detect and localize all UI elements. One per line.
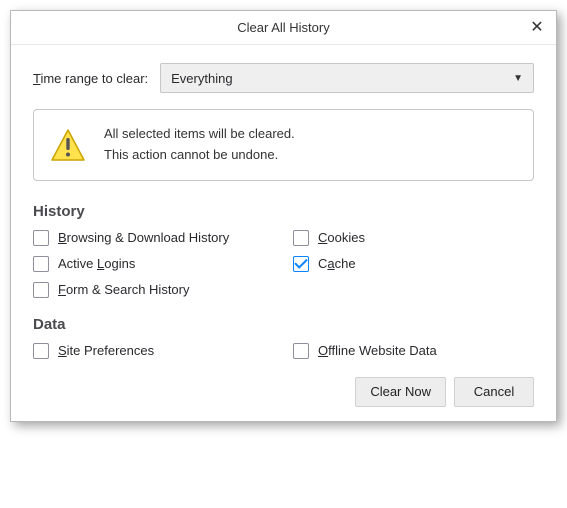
time-range-dropdown[interactable]: Everything ▼ bbox=[160, 63, 534, 93]
history-checkbox-2[interactable] bbox=[33, 256, 49, 272]
titlebar: Clear All History ✕ bbox=[11, 11, 556, 45]
data-checkbox-0[interactable] bbox=[33, 343, 49, 359]
dialog-content: Time range to clear: Everything ▼ All se… bbox=[11, 45, 556, 421]
data-heading: Data bbox=[33, 316, 534, 333]
history-label-0: Browsing & Download History bbox=[58, 230, 229, 245]
cancel-button[interactable]: Cancel bbox=[454, 377, 534, 407]
history-checkbox-4[interactable] bbox=[33, 282, 49, 298]
data-item-1[interactable]: Offline Website Data bbox=[293, 343, 534, 359]
data-checklist: Site Preferences Offline Website Data bbox=[33, 343, 534, 359]
data-label-1: Offline Website Data bbox=[318, 343, 437, 358]
history-label-2: Active Logins bbox=[58, 256, 135, 271]
dialog-title: Clear All History bbox=[237, 20, 329, 35]
data-checkbox-1[interactable] bbox=[293, 343, 309, 359]
history-item-0[interactable]: Browsing & Download History bbox=[33, 230, 293, 246]
warning-text: All selected items will be cleared. This… bbox=[104, 124, 295, 166]
history-item-2[interactable]: Active Logins bbox=[33, 256, 293, 272]
dialog-button-row: Clear Now Cancel bbox=[33, 377, 534, 407]
history-label-4: Form & Search History bbox=[58, 282, 190, 297]
data-label-0: Site Preferences bbox=[58, 343, 154, 358]
close-button[interactable]: ✕ bbox=[524, 15, 550, 41]
warning-line-1: All selected items will be cleared. bbox=[104, 124, 295, 145]
warning-line-2: This action cannot be undone. bbox=[104, 145, 295, 166]
warning-icon bbox=[50, 128, 86, 162]
history-heading: History bbox=[33, 203, 534, 220]
dropdown-caret-icon: ▼ bbox=[513, 73, 523, 84]
data-item-0[interactable]: Site Preferences bbox=[33, 343, 293, 359]
history-item-4[interactable]: Form & Search History bbox=[33, 282, 293, 298]
history-item-1[interactable]: Cookies bbox=[293, 230, 534, 246]
time-range-selected: Everything bbox=[171, 71, 232, 86]
time-range-row: Time range to clear: Everything ▼ bbox=[33, 63, 534, 93]
clear-now-button[interactable]: Clear Now bbox=[355, 377, 446, 407]
history-label-3: Cache bbox=[318, 256, 356, 271]
history-checkbox-1[interactable] bbox=[293, 230, 309, 246]
history-label-1: Cookies bbox=[318, 230, 365, 245]
time-range-label: Time range to clear: bbox=[33, 71, 148, 86]
warning-box: All selected items will be cleared. This… bbox=[33, 109, 534, 181]
clear-history-dialog: Clear All History ✕ Time range to clear:… bbox=[10, 10, 557, 422]
history-checkbox-0[interactable] bbox=[33, 230, 49, 246]
history-checkbox-3[interactable] bbox=[293, 256, 309, 272]
close-icon: ✕ bbox=[530, 11, 543, 45]
history-checklist: Browsing & Download History Cookies Active… bbox=[33, 230, 534, 298]
history-item-3[interactable]: Cache bbox=[293, 256, 534, 272]
